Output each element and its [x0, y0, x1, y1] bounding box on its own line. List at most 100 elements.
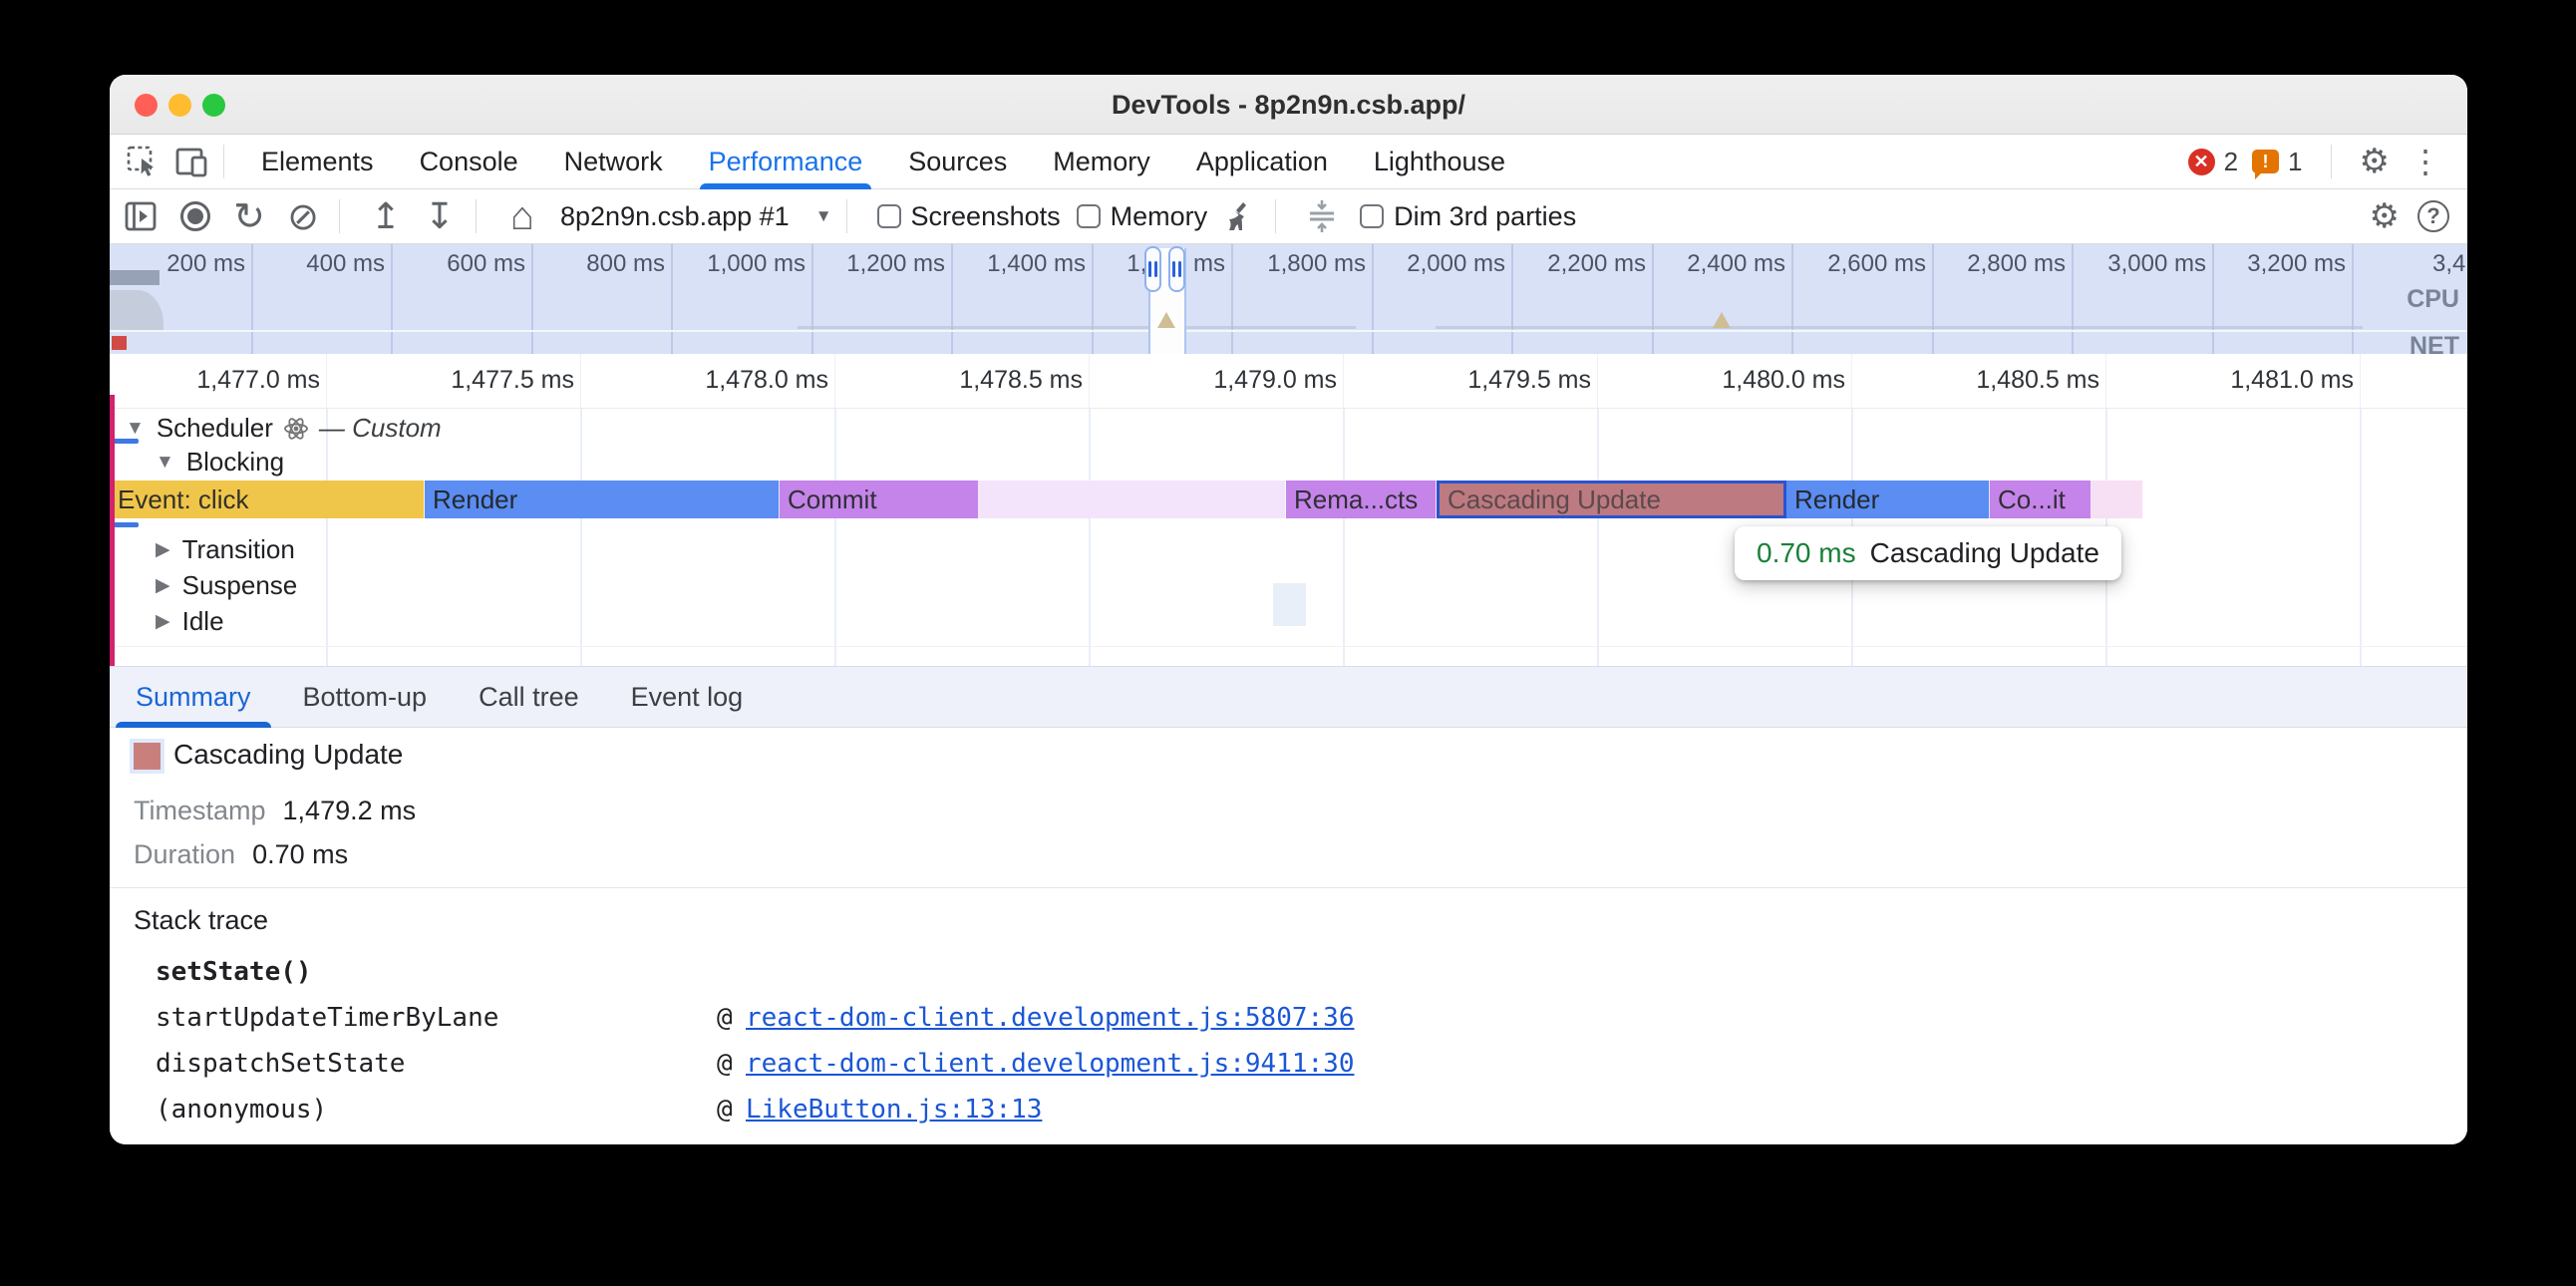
- ruler-tick-label: 1,478.5 ms: [883, 366, 1083, 395]
- console-errors-button[interactable]: ✕ 2: [2188, 147, 2238, 177]
- console-warnings-button[interactable]: ! 1: [2252, 147, 2302, 177]
- live-metrics-home-icon[interactable]: ⌂: [500, 194, 544, 238]
- frame-source-link[interactable]: react-dom-client.development.js:5807:36: [746, 1003, 1354, 1033]
- gc-broom-icon[interactable]: [1217, 194, 1261, 238]
- field-value: 0.70 ms: [252, 839, 348, 869]
- divider: [2331, 145, 2332, 178]
- inspect-icon[interactable]: [126, 145, 160, 178]
- upload-profile-icon[interactable]: ↥: [364, 194, 408, 238]
- divider: [846, 199, 847, 233]
- track-row-suspense[interactable]: ▶ Suspense: [156, 570, 297, 601]
- flame-segment[interactable]: Commit: [780, 481, 979, 518]
- dim-3rd-parties-checkbox[interactable]: Dim 3rd parties: [1344, 201, 1576, 232]
- flame-segment[interactable]: Event: click: [110, 481, 425, 518]
- flame-segment[interactable]: Render: [425, 481, 780, 518]
- summary-pane: Cascading Update Timestamp1,479.2 msDura…: [110, 728, 2467, 1144]
- triangle-right-icon: ▶: [156, 538, 170, 561]
- overview-tick-label: 2,800 ms: [1922, 250, 2066, 278]
- main-tabs: ElementsConsoleNetworkPerformanceSources…: [238, 135, 1528, 189]
- tab-lighthouse[interactable]: Lighthouse: [1351, 135, 1528, 189]
- screenshots-checkbox[interactable]: Screenshots: [861, 201, 1061, 232]
- track-row-transition[interactable]: ▶ Transition: [156, 534, 295, 565]
- frame-at: @: [717, 1095, 733, 1125]
- tab-elements[interactable]: Elements: [238, 135, 397, 189]
- field-label: Timestamp: [134, 796, 266, 825]
- summary-field: Timestamp1,479.2 ms: [134, 796, 416, 826]
- divider: [1275, 199, 1276, 233]
- sidebar-toggle-icon[interactable]: [120, 194, 163, 238]
- frame-at: @: [717, 1003, 733, 1033]
- details-tabbar: SummaryBottom-upCall treeEvent log: [110, 666, 2467, 728]
- settings-gear-icon[interactable]: ⚙: [2360, 142, 2390, 181]
- screenshot-strip: [110, 270, 160, 285]
- triangle-down-icon: ▼: [126, 418, 145, 440]
- ruler-tick-label: 1,480.0 ms: [1646, 366, 1845, 395]
- warning-icon: !: [2252, 150, 2279, 173]
- ruler-tick-label: 1,480.5 ms: [1900, 366, 2099, 395]
- flame-segment[interactable]: Render: [1786, 481, 1990, 518]
- track-resize-handle[interactable]: [112, 439, 139, 444]
- details-tab-summary[interactable]: Summary: [110, 666, 277, 728]
- timeline-marker-icon: [1713, 312, 1731, 328]
- checkbox-box: [877, 204, 901, 228]
- details-tab-bottom-up[interactable]: Bottom-up: [277, 666, 454, 728]
- flame-segment[interactable]: [2092, 481, 2143, 518]
- cpu-activity-chart: [110, 290, 163, 330]
- checkbox-box: [1360, 204, 1384, 228]
- checkbox-label: Screenshots: [911, 201, 1061, 232]
- detail-time-ruler[interactable]: 1,477.0 ms1,477.5 ms1,478.0 ms1,478.5 ms…: [110, 354, 2467, 409]
- ruler-tick-label: 1,479.0 ms: [1137, 366, 1337, 395]
- stack-frame: setState(): [156, 957, 312, 997]
- flame-segment[interactable]: Co...it: [1990, 481, 2092, 518]
- selection-right-handle[interactable]: [1168, 246, 1185, 292]
- clear-icon[interactable]: ⊘: [281, 194, 325, 238]
- track-type-label: — Custom: [319, 413, 442, 444]
- track-gridline: [1343, 409, 1345, 666]
- frame-source-link[interactable]: react-dom-client.development.js:9411:30: [746, 1049, 1354, 1079]
- flame-segment[interactable]: [979, 481, 1286, 518]
- overview-tick-label: 2,000 ms: [1362, 250, 1505, 278]
- cpu-band-label: CPU: [2407, 285, 2459, 314]
- tab-application[interactable]: Application: [1173, 135, 1351, 189]
- flame-segment[interactable]: Rema...cts: [1286, 481, 1437, 518]
- details-tab-event-log[interactable]: Event log: [605, 666, 770, 728]
- dropdown-caret-icon: ▼: [815, 206, 832, 226]
- device-toolbar-icon[interactable]: [175, 145, 209, 178]
- tab-sources[interactable]: Sources: [885, 135, 1030, 189]
- ruler-tick-label: 1,477.0 ms: [121, 366, 320, 395]
- track-row-blocking[interactable]: ▼ Blocking: [156, 447, 284, 478]
- tab-network[interactable]: Network: [541, 135, 686, 189]
- tab-memory[interactable]: Memory: [1030, 135, 1173, 189]
- track-gridline: [834, 409, 836, 666]
- tab-console[interactable]: Console: [397, 135, 541, 189]
- frame-source-link[interactable]: LikeButton.js:13:13: [746, 1095, 1042, 1125]
- perf-toolbar: ↻ ⊘ ↥ ↧ ⌂ 8p2n9n.csb.app #1 ▼ Screenshot…: [110, 189, 2467, 244]
- collapse-tracks-icon[interactable]: [1300, 194, 1344, 238]
- flamechart-track-area[interactable]: ▼ Scheduler — Custom ▼ Blocking Event: c…: [110, 409, 2467, 666]
- track-gridline: [580, 409, 582, 666]
- divider: [339, 199, 340, 233]
- settings-gear-icon[interactable]: ⚙: [2370, 196, 2400, 236]
- track-header-scheduler[interactable]: ▼ Scheduler — Custom: [126, 413, 442, 444]
- timeline-overview[interactable]: 200 ms400 ms600 ms800 ms1,000 ms1,200 ms…: [110, 244, 2467, 354]
- help-icon[interactable]: ?: [2417, 200, 2449, 232]
- frame-at: @: [717, 1049, 733, 1079]
- kebab-menu-icon[interactable]: ⋮: [2404, 143, 2447, 180]
- target-selector-dropdown[interactable]: 8p2n9n.csb.app #1 ▼: [560, 201, 832, 232]
- row-label-text: Transition: [182, 534, 295, 565]
- memory-checkbox[interactable]: Memory: [1061, 201, 1208, 232]
- record-icon[interactable]: [173, 194, 217, 238]
- record-and-reload-icon[interactable]: ↻: [227, 194, 271, 238]
- download-profile-icon[interactable]: ↧: [418, 194, 462, 238]
- error-icon: ✕: [2188, 149, 2215, 175]
- flame-segment-selected[interactable]: Cascading Update: [1437, 481, 1786, 518]
- details-tab-call-tree[interactable]: Call tree: [453, 666, 605, 728]
- track-row-idle[interactable]: ▶ Idle: [156, 606, 224, 637]
- stack-trace-title: Stack trace: [134, 905, 268, 936]
- track-resize-handle[interactable]: [112, 522, 139, 527]
- ruler-gridline: [1597, 354, 1598, 408]
- cpu-activity-line: [1436, 326, 2363, 329]
- selection-left-handle[interactable]: [1144, 246, 1161, 292]
- tab-performance[interactable]: Performance: [686, 135, 886, 189]
- field-label: Duration: [134, 839, 235, 869]
